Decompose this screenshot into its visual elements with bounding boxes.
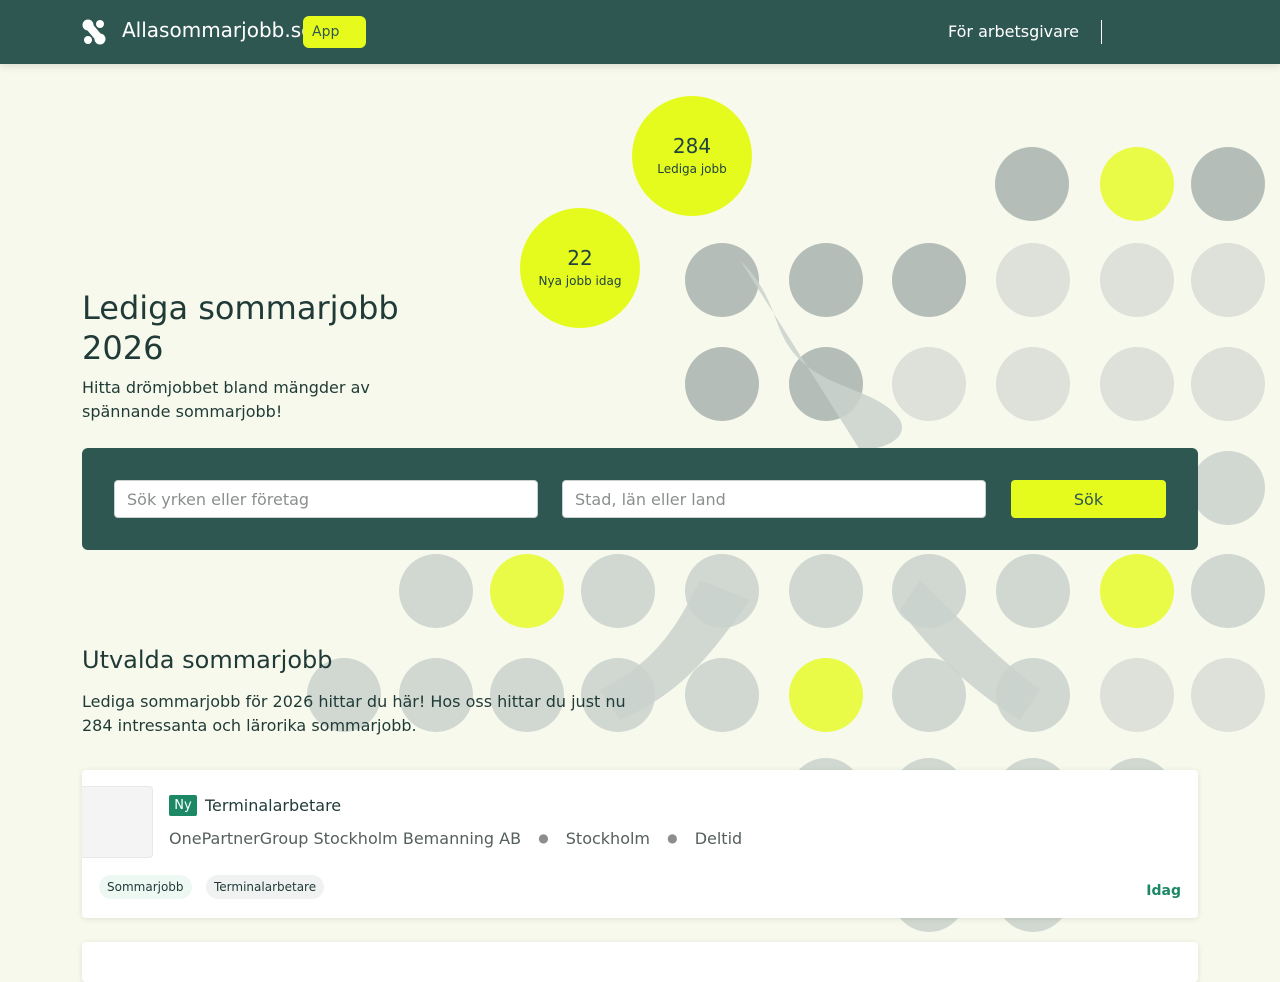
job-meta: OnePartnerGroup Stockholm Bemanning AB ●… bbox=[169, 829, 742, 848]
decorative-circle bbox=[996, 554, 1070, 628]
tag-sommarjobb[interactable]: Sommarjobb bbox=[99, 875, 192, 899]
posted-date: Idag bbox=[1146, 883, 1181, 899]
decorative-circle bbox=[1100, 658, 1174, 732]
top-navigation-bar: Allasommarjobb.se App För arbetsgivare bbox=[0, 0, 1280, 64]
decorative-circle bbox=[399, 554, 473, 628]
decorative-circle bbox=[996, 243, 1070, 317]
location-input[interactable] bbox=[562, 480, 986, 518]
stat-value: 22 bbox=[567, 246, 593, 270]
decorative-circle bbox=[1100, 243, 1174, 317]
decorative-circle bbox=[892, 243, 966, 317]
search-button[interactable]: Sök bbox=[1011, 480, 1166, 518]
decorative-circle bbox=[1100, 347, 1174, 421]
search-panel: Sök bbox=[82, 448, 1198, 550]
page-title: Lediga sommarjobb 2026 bbox=[82, 289, 399, 367]
hero-subtitle: Hitta drömjobbet bland mängder av spänna… bbox=[82, 378, 370, 421]
featured-section-description: Lediga sommarjobb för 2026 hittar du här… bbox=[82, 692, 626, 735]
job-location: Stockholm bbox=[565, 829, 651, 848]
meta-separator: ● bbox=[538, 831, 549, 845]
employer-link[interactable]: För arbetsgivare bbox=[948, 22, 1079, 41]
meta-separator: ● bbox=[667, 831, 678, 845]
decorative-circle bbox=[995, 147, 1069, 221]
decorative-circle bbox=[1191, 451, 1265, 525]
decorative-circle bbox=[789, 658, 863, 732]
decorative-circle bbox=[1191, 658, 1265, 732]
decorative-circle bbox=[1100, 147, 1174, 221]
decorative-circle bbox=[996, 347, 1070, 421]
decorative-circle bbox=[1100, 554, 1174, 628]
decorative-circle bbox=[1191, 554, 1265, 628]
employment-type: Deltid bbox=[694, 829, 743, 848]
app-badge[interactable]: App bbox=[303, 16, 366, 48]
decorative-circle bbox=[789, 243, 863, 317]
decorative-circle bbox=[1191, 243, 1265, 317]
company-logo bbox=[82, 786, 153, 858]
decorative-circle bbox=[789, 554, 863, 628]
job-title-link[interactable]: Terminalarbetare bbox=[205, 796, 341, 815]
decorative-circle bbox=[685, 243, 759, 317]
featured-section-title: Utvalda sommarjobb bbox=[82, 646, 333, 674]
decorative-circle bbox=[892, 347, 966, 421]
stat-label: Lediga jobb bbox=[657, 162, 727, 176]
decorative-circle bbox=[1191, 347, 1265, 421]
decorative-circle bbox=[490, 554, 564, 628]
decorative-circle bbox=[581, 554, 655, 628]
job-card[interactable] bbox=[82, 942, 1198, 982]
stat-value: 284 bbox=[672, 134, 712, 158]
clover-logo-icon[interactable] bbox=[82, 19, 106, 45]
nav-divider bbox=[1101, 20, 1102, 44]
stat-available-jobs: 284 Lediga jobb bbox=[632, 96, 752, 216]
search-input[interactable] bbox=[114, 480, 538, 518]
stat-label: Nya jobb idag bbox=[538, 274, 622, 288]
job-card[interactable]: Ny Terminalarbetare OnePartnerGroup Stoc… bbox=[82, 770, 1198, 918]
tag-terminalarbetare[interactable]: Terminalarbetare bbox=[206, 875, 325, 899]
stat-new-jobs-today: 22 Nya jobb idag bbox=[520, 208, 640, 328]
decorative-circle bbox=[1191, 147, 1265, 221]
site-logo-text[interactable]: Allasommarjobb.se bbox=[122, 18, 313, 42]
decorative-circle bbox=[685, 658, 759, 732]
decorative-circle bbox=[685, 347, 759, 421]
company-name: OnePartnerGroup Stockholm Bemanning AB bbox=[169, 829, 522, 848]
new-badge: Ny bbox=[169, 795, 197, 816]
